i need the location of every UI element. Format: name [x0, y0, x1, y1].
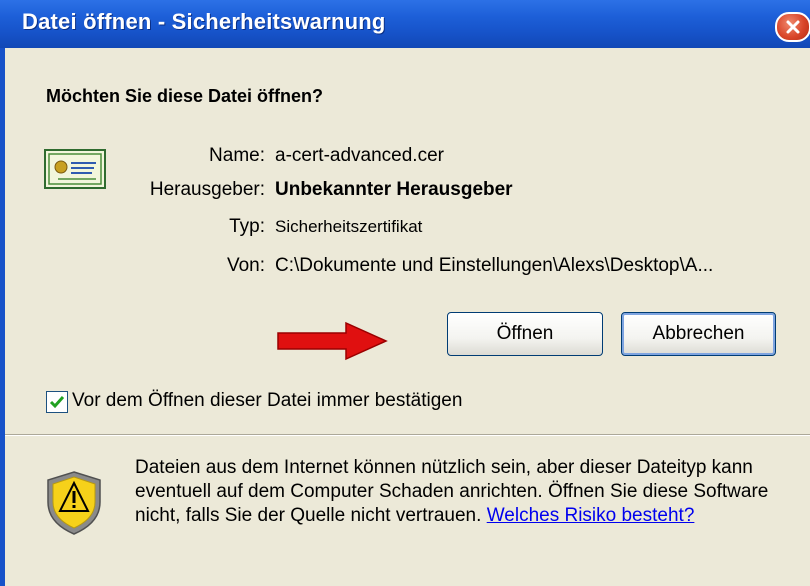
always-confirm-checkbox[interactable]: [46, 391, 68, 413]
close-icon: [786, 20, 800, 34]
warning-message: Dateien aus dem Internet können nützlich…: [135, 456, 775, 528]
close-button[interactable]: [775, 12, 810, 42]
name-label: Name:: [209, 145, 265, 166]
from-value: C:\Dokumente und Einstellungen\Alexs\Des…: [275, 255, 714, 276]
risk-link[interactable]: Welches Risiko besteht?: [487, 505, 695, 526]
divider: [5, 434, 810, 436]
dialog-question: Möchten Sie diese Datei öffnen?: [46, 86, 324, 106]
window-left-border: [0, 48, 5, 586]
window-title: Datei öffnen - Sicherheitswarnung: [22, 9, 386, 34]
cancel-button[interactable]: Abbrechen: [621, 312, 776, 356]
type-value: Sicherheitszertifikat: [275, 217, 423, 236]
from-label: Von:: [226, 255, 265, 276]
checkmark-icon: [49, 396, 65, 409]
publisher-value: Unbekannter Herausgeber: [275, 179, 513, 200]
publisher-label: Herausgeber:: [149, 179, 265, 200]
open-button[interactable]: Öffnen: [447, 312, 603, 356]
shield-warning-icon: [47, 471, 101, 535]
red-arrow-icon: [277, 321, 388, 361]
type-label: Typ:: [229, 216, 265, 237]
certificate-icon: [44, 149, 106, 189]
always-confirm-label[interactable]: Vor dem Öffnen dieser Datei immer bestät…: [72, 390, 462, 412]
name-value: a-cert-advanced.cer: [275, 145, 444, 166]
security-warning-dialog: Datei öffnen - Sicherheitswarnung Möchte…: [0, 0, 810, 586]
title-bar[interactable]: Datei öffnen - Sicherheitswarnung: [0, 0, 810, 48]
